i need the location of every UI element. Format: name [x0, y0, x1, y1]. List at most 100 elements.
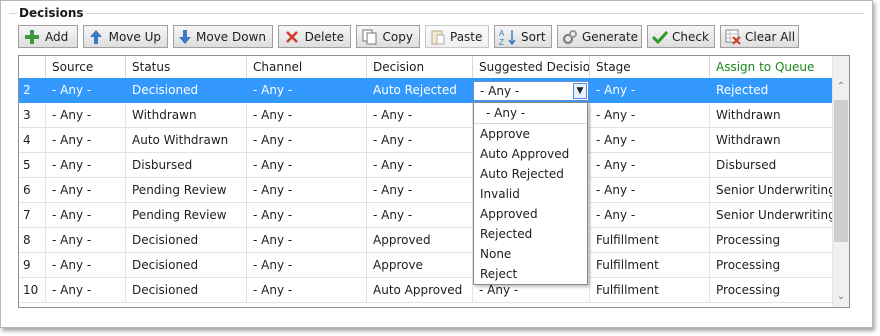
delete-button[interactable]: Delete	[278, 25, 351, 48]
cell-queue[interactable]: Senior Underwriting	[710, 203, 834, 228]
cell-queue[interactable]: Processing	[710, 278, 834, 303]
copy-button[interactable]: Copy	[356, 25, 420, 48]
cell-channel[interactable]: - Any -	[247, 153, 367, 178]
cell-stage[interactable]: - Any -	[590, 78, 710, 103]
table-row[interactable]: 2- Any - Decisioned - Any - Auto Rejected - …	[19, 78, 834, 103]
header-assign-to-queue[interactable]: Assign to Queue	[710, 56, 834, 78]
cell-decision[interactable]: Approved	[367, 228, 473, 253]
cell-stage[interactable]: - Any -	[590, 103, 710, 128]
cell-status[interactable]: Decisioned	[126, 78, 247, 103]
cell-decision[interactable]: - Any -	[367, 178, 473, 203]
table-row[interactable]: 5- Any - Disbursed - Any -- Any -- Any - Di…	[19, 153, 834, 178]
cell-queue[interactable]: Rejected	[710, 78, 834, 103]
dropdown-option[interactable]: Auto Rejected	[474, 164, 587, 184]
cell-status[interactable]: Pending Review	[126, 178, 247, 203]
cell-status[interactable]: Pending Review	[126, 203, 247, 228]
table-row[interactable]: 4- Any - Auto Withdrawn - Any -- Any -- An…	[19, 128, 834, 153]
cell-stage[interactable]: - Any -	[590, 203, 710, 228]
cell-status[interactable]: Disbursed	[126, 153, 247, 178]
cell-status[interactable]: Decisioned	[126, 278, 247, 303]
cell-decision[interactable]: Auto Approved	[367, 278, 473, 303]
dropdown-option[interactable]: Rejected	[474, 224, 587, 244]
dropdown-option[interactable]: None	[474, 244, 587, 264]
table-row[interactable]: 6- Any - Pending Review - Any -- Any -- An…	[19, 178, 834, 203]
cell-decision[interactable]: - Any -	[367, 103, 473, 128]
cell-channel[interactable]: - Any -	[247, 128, 367, 153]
cell-queue[interactable]: Withdrawn	[710, 103, 834, 128]
cell-source[interactable]: - Any -	[46, 178, 126, 203]
vertical-scrollbar[interactable]: ⌃ ⌄	[832, 56, 849, 307]
cell-source[interactable]: - Any -	[46, 278, 126, 303]
cell-status[interactable]: Withdrawn	[126, 103, 247, 128]
cell-queue[interactable]: Processing	[710, 253, 834, 278]
dropdown-option[interactable]: Approved	[474, 204, 587, 224]
cell-channel[interactable]: - Any -	[247, 228, 367, 253]
header-decision[interactable]: Decision	[367, 56, 473, 78]
cell-queue[interactable]: Withdrawn	[710, 128, 834, 153]
cell-queue[interactable]: Processing	[710, 228, 834, 253]
header-stage[interactable]: Stage	[590, 56, 710, 78]
cell-source[interactable]: - Any -	[46, 153, 126, 178]
dropdown-option[interactable]: Invalid	[474, 184, 587, 204]
cell-row-number: 5	[19, 153, 46, 178]
cell-channel[interactable]: - Any -	[247, 78, 367, 103]
cell-queue[interactable]: Senior Underwriting	[710, 178, 834, 203]
cell-status[interactable]: Decisioned	[126, 253, 247, 278]
table-row[interactable]: 8- Any - Decisioned - Any - Approved Fulfill…	[19, 228, 834, 253]
cell-decision[interactable]: - Any -	[367, 153, 473, 178]
cell-decision[interactable]: - Any -	[367, 203, 473, 228]
cell-queue[interactable]: Disbursed	[710, 153, 834, 178]
cell-channel[interactable]: - Any -	[247, 103, 367, 128]
cell-decision[interactable]: Auto Rejected	[367, 78, 473, 103]
cell-stage[interactable]: - Any -	[590, 178, 710, 203]
dropdown-option[interactable]: Approve	[474, 124, 587, 144]
sort-button[interactable]: AZ Sort	[494, 25, 552, 48]
add-label: Add	[45, 29, 69, 44]
check-button[interactable]: Check	[647, 25, 715, 48]
table-row[interactable]: 3- Any - Withdrawn - Any -- Any -- Any - Wi…	[19, 103, 834, 128]
dropdown-option[interactable]: Auto Approved	[474, 144, 587, 164]
cell-source[interactable]: - Any -	[46, 228, 126, 253]
cell-stage[interactable]: - Any -	[590, 128, 710, 153]
cell-stage[interactable]: Fulfillment	[590, 278, 710, 303]
cell-channel[interactable]: - Any -	[247, 278, 367, 303]
header-channel[interactable]: Channel	[247, 56, 367, 78]
header-suggested-decision[interactable]: Suggested Decision	[473, 56, 590, 78]
dropdown-option[interactable]: Reject	[474, 264, 587, 284]
suggested-decision-dropdown[interactable]: - Any - ▼	[473, 81, 589, 101]
generate-button[interactable]: Generate	[557, 25, 642, 48]
cell-status[interactable]: Auto Withdrawn	[126, 128, 247, 153]
cell-status[interactable]: Decisioned	[126, 228, 247, 253]
dropdown-option[interactable]: - Any -	[474, 103, 587, 124]
cell-row-number: 2	[19, 78, 46, 103]
cell-channel[interactable]: - Any -	[247, 178, 367, 203]
add-button[interactable]: Add	[18, 25, 78, 48]
group-divider	[9, 13, 864, 14]
cell-stage[interactable]: - Any -	[590, 153, 710, 178]
cell-source[interactable]: - Any -	[46, 253, 126, 278]
scroll-up-arrow-icon[interactable]: ⌃	[833, 79, 849, 95]
cell-stage[interactable]: Fulfillment	[590, 253, 710, 278]
cell-source[interactable]: - Any -	[46, 128, 126, 153]
table-row[interactable]: 7- Any - Pending Review - Any -- Any -- An…	[19, 203, 834, 228]
header-status[interactable]: Status	[126, 56, 247, 78]
cell-decision[interactable]: Approve	[367, 253, 473, 278]
table-row[interactable]: 10- Any - Decisioned - Any - Auto Approved -…	[19, 278, 834, 303]
scrollbar-thumb[interactable]	[834, 100, 848, 242]
move-down-button[interactable]: Move Down	[173, 25, 273, 48]
cell-source[interactable]: - Any -	[46, 103, 126, 128]
cell-channel[interactable]: - Any -	[247, 253, 367, 278]
move-up-button[interactable]: Move Up	[83, 25, 168, 48]
scroll-down-arrow-icon[interactable]: ⌄	[833, 289, 849, 305]
cell-source[interactable]: - Any -	[46, 78, 126, 103]
cell-decision[interactable]: - Any -	[367, 128, 473, 153]
cell-source[interactable]: - Any -	[46, 203, 126, 228]
cell-channel[interactable]: - Any -	[247, 203, 367, 228]
clear-all-button[interactable]: Clear All	[720, 25, 799, 48]
paste-button[interactable]: Paste	[425, 25, 489, 48]
table-row[interactable]: 9- Any - Decisioned - Any - Approve Fulfillm…	[19, 253, 834, 278]
header-source[interactable]: Source	[46, 56, 126, 78]
cell-stage[interactable]: Fulfillment	[590, 228, 710, 253]
group-title: Decisions	[17, 6, 86, 20]
chevron-down-icon[interactable]: ▼	[573, 83, 587, 99]
